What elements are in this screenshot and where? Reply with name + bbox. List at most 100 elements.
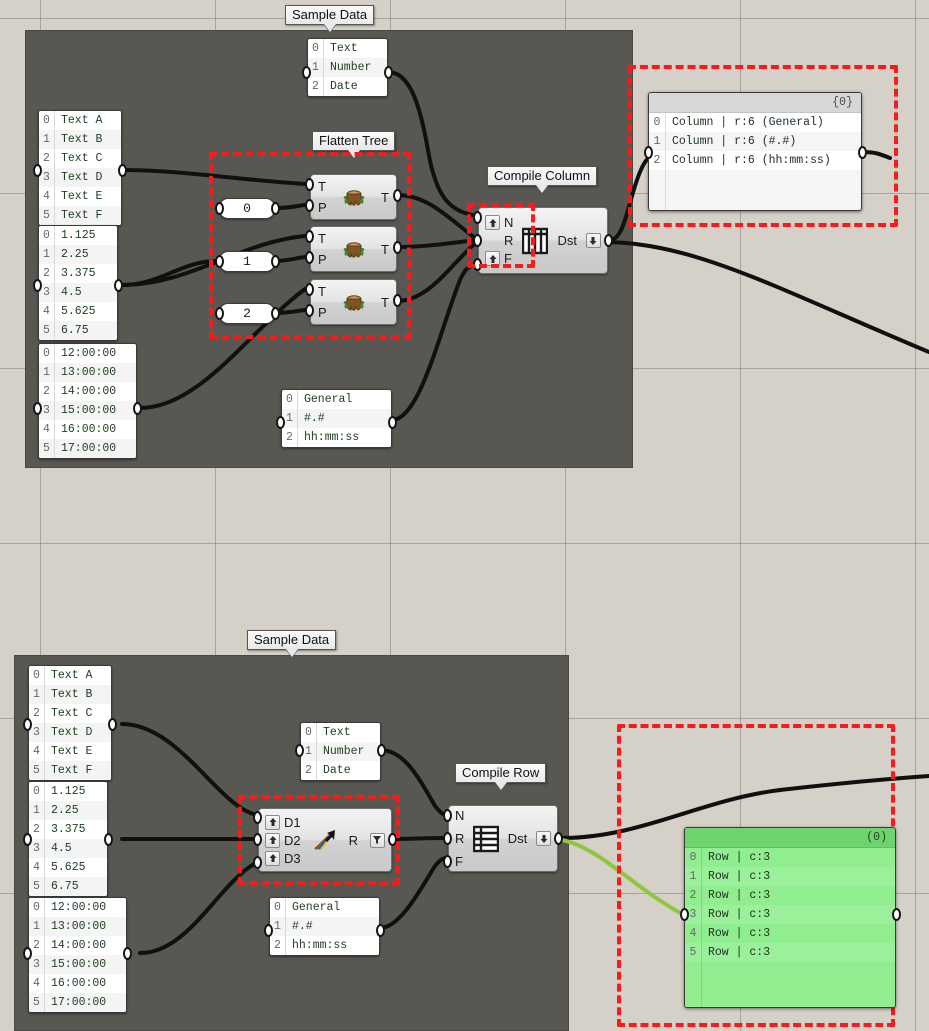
merge-node[interactable]: D1 D2 D3 R: [258, 808, 392, 872]
port-input[interactable]: [644, 146, 653, 159]
port-input[interactable]: [253, 856, 262, 869]
panel-number-list-lower[interactable]: 0 1.125 1 2.25 2 3.375 3 4.5 4 5.625 5 6.75: [28, 781, 108, 897]
port-output[interactable]: [604, 234, 613, 247]
port-input[interactable]: [253, 833, 262, 846]
port-label-out-T[interactable]: T: [381, 296, 389, 309]
port-output[interactable]: [393, 241, 402, 254]
port-input[interactable]: [305, 199, 314, 212]
port-label-P[interactable]: P: [318, 253, 327, 266]
panel-formats-list-lower[interactable]: 0 General 1 #.# 2 hh:mm:ss: [269, 897, 380, 956]
up-arrow-icon[interactable]: [485, 251, 500, 266]
panel-number-list-upper[interactable]: 0 1.125 1 2.25 2 3.375 3 4.5 4 5.625 5 6.75: [38, 225, 118, 341]
port-input[interactable]: [33, 279, 42, 292]
panel-formats-list-upper[interactable]: 0 General 1 #.# 2 hh:mm:ss: [281, 389, 392, 448]
port-input[interactable]: [473, 258, 482, 271]
port-output[interactable]: [118, 164, 127, 177]
input-port-D2[interactable]: D2: [265, 832, 301, 848]
label-sample-data-upper[interactable]: Sample Data: [285, 5, 375, 32]
port-output[interactable]: [104, 833, 113, 846]
down-arrow-icon[interactable]: [536, 831, 551, 846]
port-input[interactable]: [443, 809, 452, 822]
port-output[interactable]: [388, 833, 397, 846]
panel-text-list-upper[interactable]: 0 Text A 1 Text B 2 Text C 3 Text D 4 Text E …: [38, 110, 122, 226]
panel-names-list-upper[interactable]: 0 Text 1 Number 2 Date: [307, 38, 388, 97]
port-label-T[interactable]: T: [318, 180, 327, 193]
port-input[interactable]: [23, 833, 32, 846]
port-output[interactable]: [858, 146, 867, 159]
port-input[interactable]: [215, 307, 224, 320]
port-output[interactable]: [377, 744, 386, 757]
input-port-N[interactable]: N: [485, 215, 513, 230]
port-input[interactable]: [302, 66, 311, 79]
flatten-tree-node-2[interactable]: T P T: [310, 226, 397, 272]
port-output[interactable]: [108, 718, 117, 731]
port-input[interactable]: [23, 718, 32, 731]
port-input[interactable]: [33, 164, 42, 177]
port-output[interactable]: [393, 189, 402, 202]
slider-node-1[interactable]: 1: [219, 251, 275, 272]
panel-text-list-lower[interactable]: 0 Text A 1 Text B 2 Text C 3 Text D 4 Text E …: [28, 665, 112, 781]
slider-node-2[interactable]: 2: [219, 303, 275, 324]
port-input[interactable]: [443, 832, 452, 845]
port-label-P[interactable]: P: [318, 201, 327, 214]
panel-names-list-lower[interactable]: 0 Text 1 Number 2 Date: [300, 722, 381, 781]
slider-node-0[interactable]: 0: [219, 198, 275, 219]
label-flatten-tree[interactable]: Flatten Tree: [312, 131, 396, 158]
up-arrow-icon[interactable]: [265, 814, 280, 830]
up-arrow-icon[interactable]: [265, 850, 280, 866]
port-input[interactable]: [276, 416, 285, 429]
port-input[interactable]: [33, 402, 42, 415]
port-input[interactable]: [295, 744, 304, 757]
port-input[interactable]: [443, 855, 452, 868]
port-output[interactable]: [376, 924, 385, 937]
port-output[interactable]: [388, 416, 397, 429]
funnel-icon[interactable]: [369, 832, 385, 848]
port-output[interactable]: [114, 279, 123, 292]
port-input[interactable]: [473, 234, 482, 247]
input-port-D1[interactable]: D1: [265, 814, 301, 830]
input-port-R[interactable]: R: [485, 234, 513, 247]
flatten-tree-node-1[interactable]: T P T: [310, 174, 397, 220]
port-output[interactable]: [554, 832, 563, 845]
port-output[interactable]: [892, 908, 901, 921]
port-input[interactable]: [215, 255, 224, 268]
port-label-out-T[interactable]: T: [381, 243, 389, 256]
port-input[interactable]: [680, 908, 689, 921]
port-label-P[interactable]: P: [318, 306, 327, 319]
port-output[interactable]: [271, 307, 280, 320]
port-output[interactable]: [123, 947, 132, 960]
port-input[interactable]: [305, 283, 314, 296]
compile-row-node[interactable]: N R F Dst: [448, 805, 558, 872]
panel-time-list-upper[interactable]: 0 12:00:00 1 13:00:00 2 14:00:00 3 15:00:00 …: [38, 343, 137, 459]
port-input[interactable]: [264, 924, 273, 937]
viewer-lower-rows[interactable]: (0) 0 Row | c:3 1 Row | c:3 2 Row | c:3 3 Ro…: [684, 827, 896, 1008]
label-sample-data-lower[interactable]: Sample Data: [247, 630, 337, 657]
port-input[interactable]: [23, 947, 32, 960]
port-output[interactable]: [393, 294, 402, 307]
flatten-tree-node-3[interactable]: T P T: [310, 279, 397, 325]
port-input[interactable]: [215, 202, 224, 215]
viewer-upper-columns[interactable]: {0} 0 Column | r:6 (General) 1 Column | r:…: [648, 92, 862, 211]
input-port-F[interactable]: F: [485, 251, 513, 266]
port-input[interactable]: [473, 211, 482, 224]
port-label-T[interactable]: T: [318, 232, 327, 245]
port-input[interactable]: [253, 811, 262, 824]
port-label-out-T[interactable]: T: [381, 191, 389, 204]
node-editor-canvas[interactable]: Sample Data 0 Text 1 Number 2 Date 0 Text A …: [0, 0, 929, 1031]
panel-time-list-lower[interactable]: 0 12:00:00 1 13:00:00 2 14:00:00 3 15:00:00 …: [28, 897, 127, 1013]
port-input[interactable]: [305, 304, 314, 317]
down-arrow-icon[interactable]: [585, 233, 601, 248]
label-compile-column[interactable]: Compile Column: [487, 166, 598, 193]
input-port-D3[interactable]: D3: [265, 850, 301, 866]
port-output[interactable]: [271, 202, 280, 215]
up-arrow-icon[interactable]: [265, 832, 280, 848]
port-input[interactable]: [305, 251, 314, 264]
compile-column-node[interactable]: N R F Dst: [478, 207, 608, 274]
up-arrow-icon[interactable]: [485, 215, 500, 230]
port-output[interactable]: [384, 66, 393, 79]
port-output[interactable]: [133, 402, 142, 415]
port-input[interactable]: [305, 230, 314, 243]
port-input[interactable]: [305, 178, 314, 191]
port-label-T[interactable]: T: [318, 285, 327, 298]
label-compile-row[interactable]: Compile Row: [455, 763, 547, 790]
